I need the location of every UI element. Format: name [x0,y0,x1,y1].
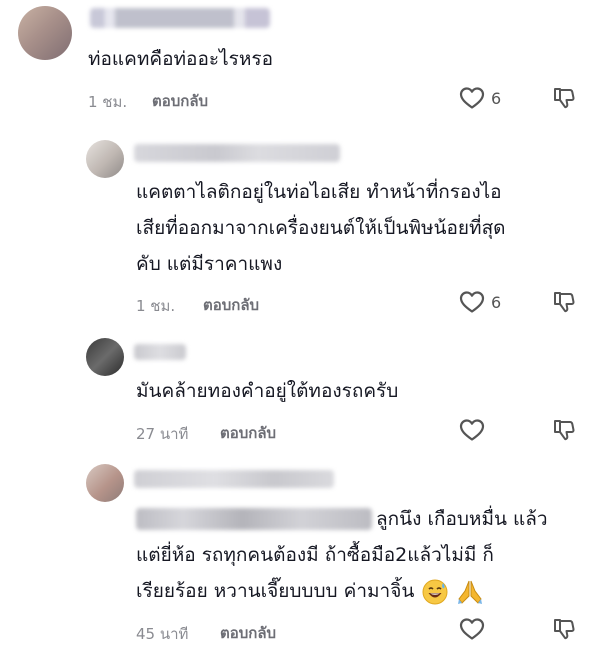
username-censored [90,8,270,28]
reply-button[interactable]: ตอบกลับ [152,89,208,113]
dislike-button[interactable] [552,617,576,641]
comment-time: 1 ชม. [88,93,128,111]
like-button[interactable]: 6 [459,290,501,314]
comment-text: มันคล้ายทองคำอยู่ใต้ทองรถครับ [136,380,399,402]
avatar[interactable] [18,6,72,60]
username-censored [134,144,340,162]
dislike-button[interactable] [552,290,576,314]
like-button[interactable]: 6 [459,86,501,110]
thumbs-down-icon [552,418,576,442]
thumbs-down-icon [552,290,576,314]
sweat-smile-emoji-icon [422,579,448,605]
comment-line: แต่ยี่ห้อ รถทุกคนต้องมี ถ้าซื้อมือ2แล้วไ… [136,544,494,566]
heart-icon [459,290,485,314]
avatar[interactable] [86,338,124,376]
dislike-button[interactable] [552,418,576,442]
comment-text: ท่อแคทคือท่ออะไรหรอ [88,48,273,70]
comment-line: ลูกนึง เกือบหมื่น แล้ว [376,508,548,530]
like-button[interactable] [459,617,485,641]
comment-line-with-emoji: เรียยร้อย หวานเจี๊ยบบบบ ค่ามาจิ้น [136,574,484,608]
avatar[interactable] [86,464,124,502]
comment-line: เรียยร้อย หวานเจี๊ยบบบบ ค่ามาจิ้น [136,580,415,602]
comment-time: 1 ชม. [136,297,176,315]
username-censored [134,470,334,488]
folded-hands-emoji-icon [456,579,484,605]
reply-button[interactable]: ตอบกลับ [203,293,259,317]
reply-button[interactable]: ตอบกลับ [220,621,276,645]
thumbs-down-icon [552,617,576,641]
like-count: 6 [491,292,502,312]
comment-line: คับ แต่มีราคาแพง [136,253,283,275]
like-count: 6 [491,88,502,108]
heart-icon [459,617,485,641]
comment-time: 45 นาที [136,625,189,643]
dislike-button[interactable] [552,86,576,110]
comment-line: แคตตาไลติกอยู่ในท่อไอเสีย ทำหน้าที่กรองไ… [136,181,502,203]
avatar[interactable] [86,140,124,178]
mention-censored [136,508,372,530]
thumbs-down-icon [552,86,576,110]
username-censored [134,344,186,360]
heart-icon [459,86,485,110]
comment-line: เสียที่ออกมาจากเครื่องยนต์ให้เป็นพิษน้อย… [136,217,506,239]
like-button[interactable] [459,418,485,442]
heart-icon [459,418,485,442]
comment-time: 27 นาที [136,425,189,443]
reply-button[interactable]: ตอบกลับ [220,421,276,445]
